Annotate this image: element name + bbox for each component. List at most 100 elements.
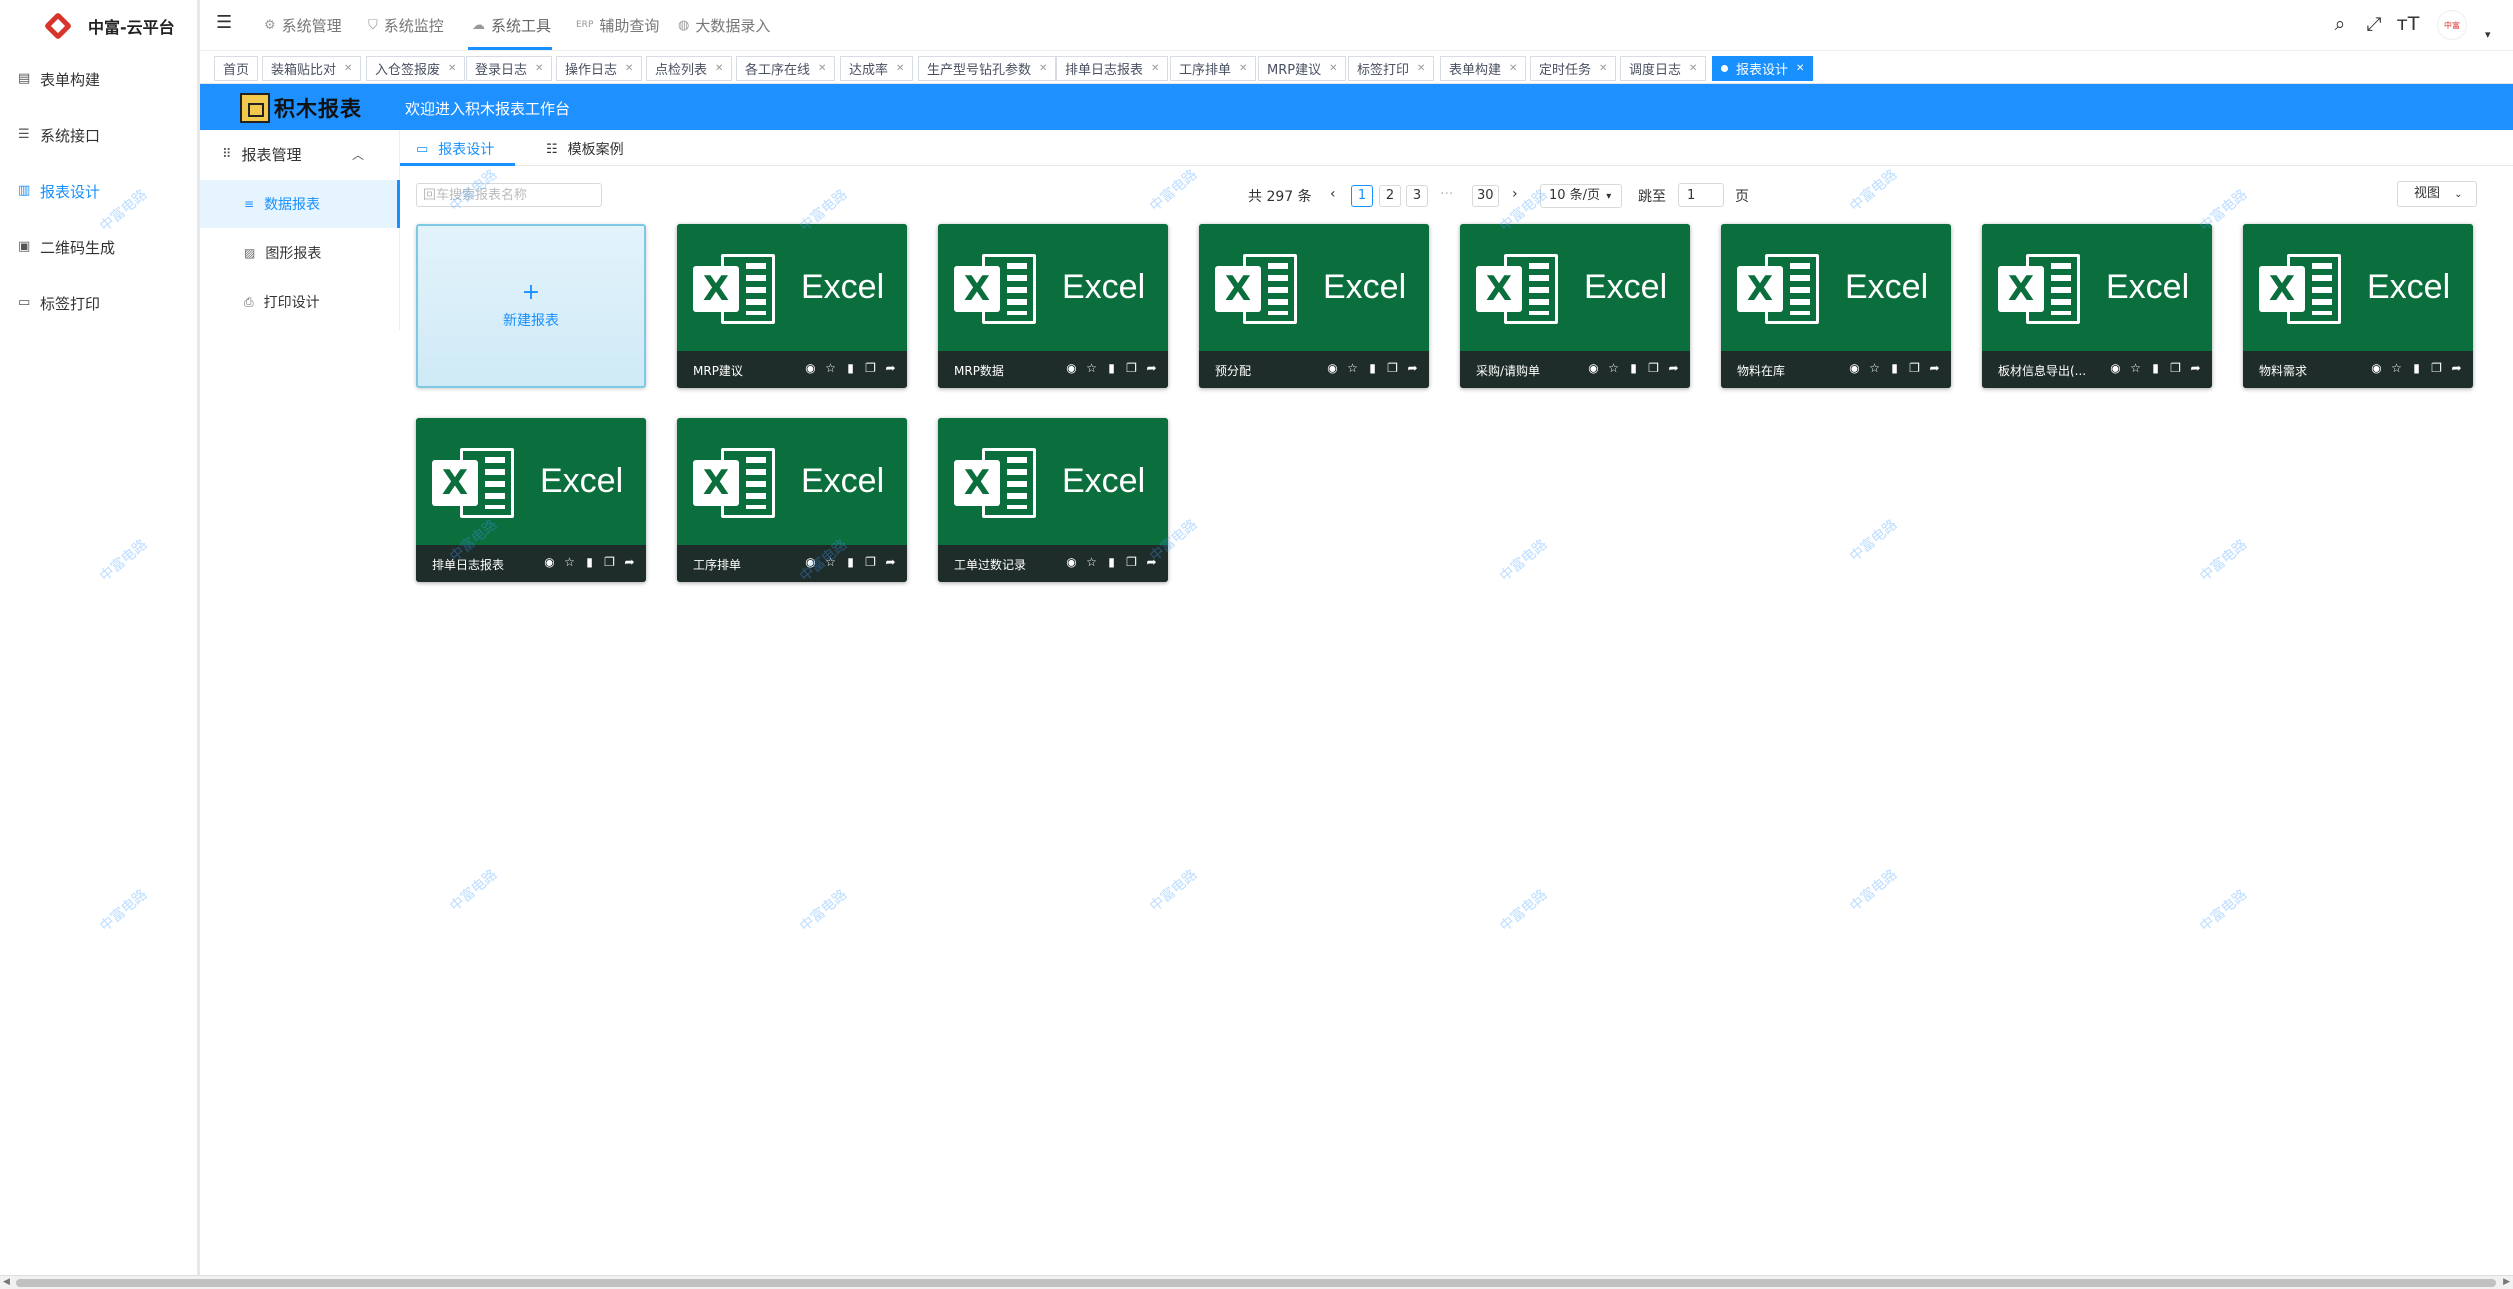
excel-thumbnail[interactable]: X Excel [1199, 224, 1429, 351]
star-icon[interactable]: ☆ [2129, 361, 2142, 375]
sidebar-item-report-design[interactable]: ▥ 报表设计 [18, 176, 100, 206]
eye-icon[interactable]: ◉ [1848, 361, 1861, 375]
report-card[interactable]: X Excel MRP数据 ◉ ☆ ▮ ❐ ➦ [938, 224, 1168, 388]
eye-icon[interactable]: ◉ [2109, 361, 2122, 375]
close-icon[interactable]: ✕ [1689, 63, 1697, 74]
report-card[interactable]: X Excel 工序排单 ◉ ☆ ▮ ❐ ➦ [677, 418, 907, 582]
trash-icon[interactable]: ▮ [844, 555, 857, 569]
eye-icon[interactable]: ◉ [1587, 361, 1600, 375]
trash-icon[interactable]: ▮ [1105, 361, 1118, 375]
chevron-up-icon[interactable]: ︿ [352, 146, 364, 163]
submenu-header[interactable]: ⠿ 报表管理 [222, 142, 302, 166]
copy-icon[interactable]: ❐ [2430, 361, 2443, 375]
trash-icon[interactable]: ▮ [2410, 361, 2423, 375]
scroll-right-icon[interactable]: ▶ [2503, 1277, 2510, 1287]
share-icon[interactable]: ➦ [1928, 361, 1941, 375]
page-button[interactable]: 3 [1406, 185, 1428, 207]
star-icon[interactable]: ☆ [1868, 361, 1881, 375]
close-icon[interactable]: ✕ [1329, 63, 1337, 74]
copy-icon[interactable]: ❐ [603, 555, 616, 569]
trash-icon[interactable]: ▮ [583, 555, 596, 569]
share-icon[interactable]: ➦ [884, 361, 897, 375]
share-icon[interactable]: ➦ [2450, 361, 2463, 375]
search-input[interactable] [416, 183, 602, 207]
close-icon[interactable]: ✕ [1599, 63, 1607, 74]
copy-icon[interactable]: ❐ [1908, 361, 1921, 375]
close-icon[interactable]: ✕ [1417, 63, 1425, 74]
sidebar-item-label-print[interactable]: ▭ 标签打印 [18, 288, 100, 318]
horizontal-scrollbar[interactable]: ◀ ▶ [0, 1275, 2513, 1289]
topnav-system-tools[interactable]: ☁ 系统工具 [472, 14, 551, 36]
eye-icon[interactable]: ◉ [1065, 555, 1078, 569]
excel-thumbnail[interactable]: X Excel [677, 224, 907, 351]
tag-item[interactable]: 调度日志 ✕ [1620, 56, 1707, 81]
fullscreen-icon[interactable]: ⤢ [2362, 12, 2386, 36]
share-icon[interactable]: ➦ [1145, 361, 1158, 375]
close-icon[interactable]: ✕ [1039, 63, 1047, 74]
close-icon[interactable]: ✕ [625, 63, 633, 74]
scrollbar-thumb[interactable] [16, 1279, 2496, 1287]
eye-icon[interactable]: ◉ [543, 555, 556, 569]
caret-down-icon[interactable]: ▾ [2485, 28, 2491, 41]
report-card[interactable]: X Excel 预分配 ◉ ☆ ▮ ❐ ➦ [1199, 224, 1429, 388]
star-icon[interactable]: ☆ [1607, 361, 1620, 375]
chevron-right-icon[interactable]: › [1512, 186, 1518, 202]
eye-icon[interactable]: ◉ [804, 361, 817, 375]
star-icon[interactable]: ☆ [1346, 361, 1359, 375]
close-icon[interactable]: ✕ [1509, 63, 1517, 74]
excel-thumbnail[interactable]: X Excel [1982, 224, 2212, 351]
tab-template-examples[interactable]: ☷ 模板案例 [546, 138, 624, 160]
copy-icon[interactable]: ❐ [864, 555, 877, 569]
tag-item[interactable]: 定时任务 ✕ [1530, 56, 1617, 81]
submenu-item-chart-report[interactable]: ▨ 图形报表 [200, 229, 400, 277]
close-icon[interactable]: ✕ [535, 63, 543, 74]
share-icon[interactable]: ➦ [2189, 361, 2202, 375]
report-card[interactable]: X Excel MRP建议 ◉ ☆ ▮ ❐ ➦ [677, 224, 907, 388]
tag-item[interactable]: 登录日志 ✕ [466, 56, 553, 81]
copy-icon[interactable]: ❐ [864, 361, 877, 375]
report-card[interactable]: X Excel 工单过数记录 ◉ ☆ ▮ ❐ ➦ [938, 418, 1168, 582]
tag-item[interactable]: 工序排单 ✕ [1170, 56, 1257, 81]
share-icon[interactable]: ➦ [1667, 361, 1680, 375]
share-icon[interactable]: ➦ [623, 555, 636, 569]
submenu-item-print-design[interactable]: ⎙ 打印设计 [200, 278, 400, 326]
report-card[interactable]: X Excel 物料在库 ◉ ☆ ▮ ❐ ➦ [1721, 224, 1951, 388]
eye-icon[interactable]: ◉ [2370, 361, 2383, 375]
close-icon[interactable]: ✕ [448, 63, 456, 74]
avatar[interactable]: 中富 [2437, 10, 2467, 40]
tag-item-active[interactable]: 报表设计 ✕ [1712, 56, 1814, 81]
topnav-system-management[interactable]: ⚙ 系统管理 [264, 14, 342, 36]
tag-item[interactable]: 各工序在线 ✕ [736, 56, 836, 81]
excel-thumbnail[interactable]: X Excel [1721, 224, 1951, 351]
copy-icon[interactable]: ❐ [1125, 361, 1138, 375]
star-icon[interactable]: ☆ [2390, 361, 2403, 375]
trash-icon[interactable]: ▮ [1888, 361, 1901, 375]
star-icon[interactable]: ☆ [824, 555, 837, 569]
close-icon[interactable]: ✕ [1151, 63, 1159, 74]
close-icon[interactable]: ✕ [344, 63, 352, 74]
close-icon[interactable]: ✕ [818, 63, 826, 74]
trash-icon[interactable]: ▮ [844, 361, 857, 375]
topnav-system-monitor[interactable]: ⛉ 系统监控 [368, 14, 444, 36]
tag-item[interactable]: 点检列表 ✕ [646, 56, 733, 81]
report-card[interactable]: X Excel 物料需求 ◉ ☆ ▮ ❐ ➦ [2243, 224, 2473, 388]
tag-item[interactable]: 入仓签报废 ✕ [366, 56, 466, 81]
page-button[interactable]: 30 [1472, 185, 1499, 207]
page-button[interactable]: 2 [1379, 185, 1401, 207]
excel-thumbnail[interactable]: X Excel [2243, 224, 2473, 351]
page-ellipsis[interactable]: ··· [1440, 186, 1453, 202]
report-card[interactable]: X Excel 采购/请购单 ◉ ☆ ▮ ❐ ➦ [1460, 224, 1690, 388]
close-icon[interactable]: ✕ [715, 63, 723, 74]
excel-thumbnail[interactable]: X Excel [938, 418, 1168, 545]
excel-thumbnail[interactable]: X Excel [677, 418, 907, 545]
sidebar-item-qrcode[interactable]: ▣ 二维码生成 [18, 232, 115, 262]
share-icon[interactable]: ➦ [884, 555, 897, 569]
tag-home[interactable]: 首页 [214, 56, 259, 81]
tab-report-design[interactable]: ▭ 报表设计 [416, 138, 494, 160]
trash-icon[interactable]: ▮ [1627, 361, 1640, 375]
tag-item[interactable]: 表单构建 ✕ [1440, 56, 1527, 81]
tag-item[interactable]: 排单日志报表 ✕ [1056, 56, 1169, 81]
search-icon[interactable]: ⌕ [2328, 12, 2352, 36]
font-size-icon[interactable]: тT [2396, 12, 2420, 36]
close-icon[interactable]: ✕ [1239, 63, 1247, 74]
